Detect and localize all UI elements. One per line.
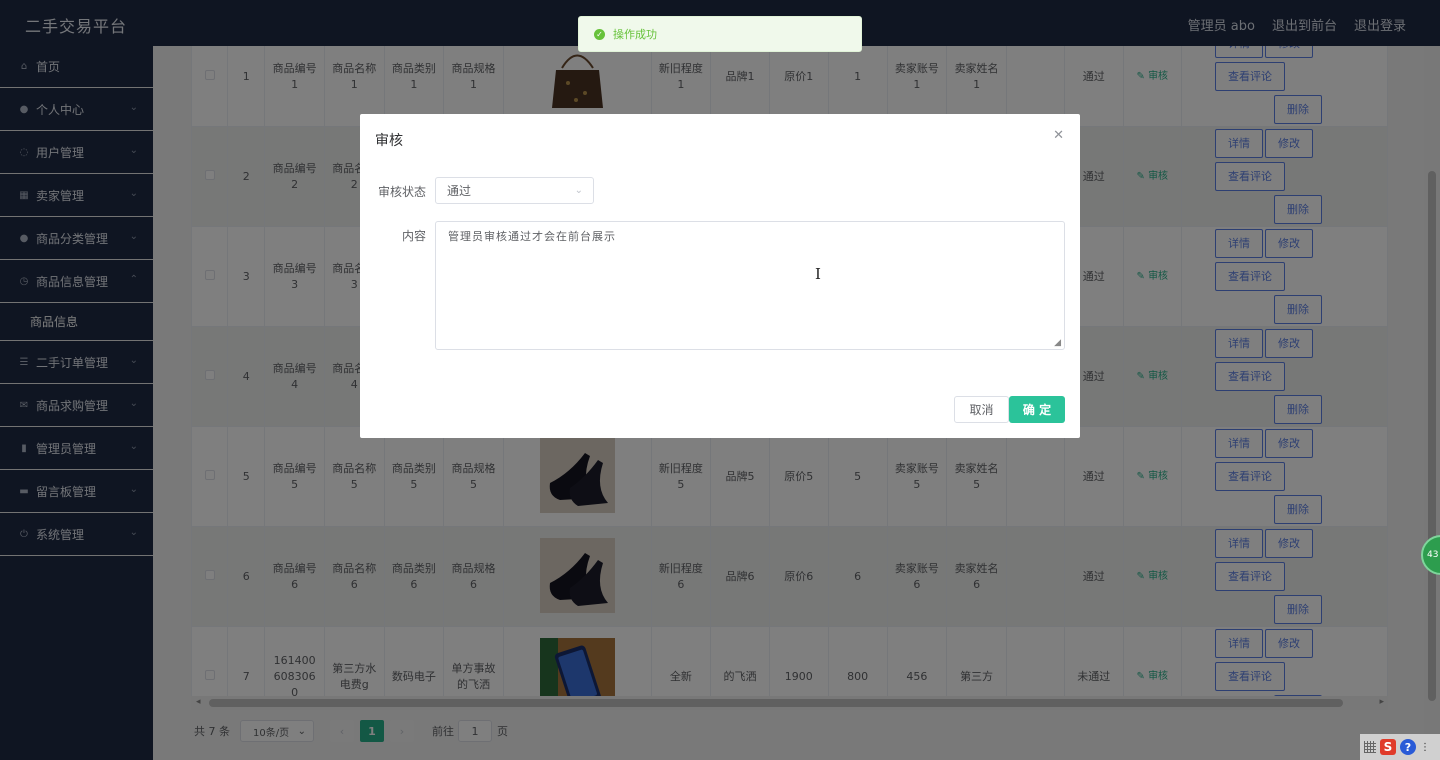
audit-dialog: 审核 ✕ 审核状态 通过 ⌄ 内容 管理员审核通过才会在前台展示 ◢ 取消 确 …: [360, 114, 1080, 438]
content-textarea-value: 管理员审核通过才会在前台展示: [448, 230, 616, 243]
status-label: 审核状态: [377, 185, 426, 199]
toast-text: 操作成功: [613, 28, 657, 41]
content-label: 内容: [401, 229, 426, 243]
dialog-title: 审核: [375, 133, 403, 149]
sogou-ime-icon[interactable]: S: [1380, 739, 1396, 755]
close-icon[interactable]: ✕: [1053, 128, 1064, 143]
resize-grip-icon[interactable]: ◢: [1054, 338, 1062, 348]
check-circle-icon: ✓: [594, 28, 605, 40]
status-select-value: 通过: [447, 184, 472, 198]
cancel-button[interactable]: 取消: [954, 396, 1009, 423]
keyboard-grid-icon[interactable]: [1364, 741, 1376, 753]
more-icon[interactable]: ⋮: [1420, 742, 1430, 753]
confirm-button[interactable]: 确 定: [1009, 396, 1065, 423]
content-textarea[interactable]: 管理员审核通过才会在前台展示 ◢: [435, 221, 1065, 350]
system-tray: S ? ⋮: [1360, 734, 1440, 760]
status-select[interactable]: 通过 ⌄: [435, 177, 594, 204]
text-cursor-icon: I: [815, 265, 821, 283]
help-icon[interactable]: ?: [1400, 739, 1416, 755]
success-toast: ✓ 操作成功: [578, 16, 862, 52]
chevron-down-icon: ⌄: [574, 185, 583, 196]
